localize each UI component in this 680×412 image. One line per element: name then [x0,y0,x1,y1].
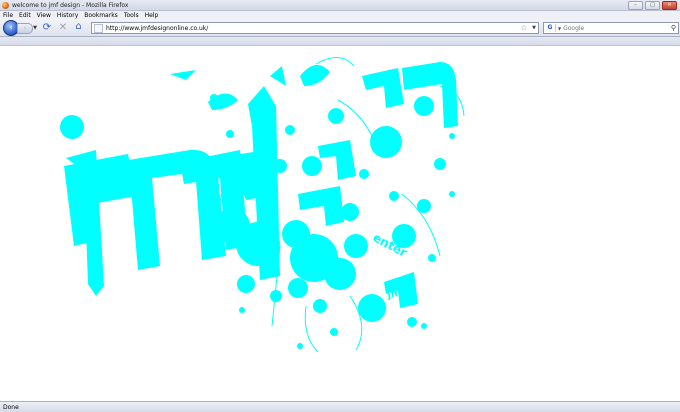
search-bar[interactable]: G ▼ ⚲ [543,22,679,34]
forward-button[interactable]: › [17,23,33,34]
url-dropdown-icon[interactable]: ▼ [532,23,536,33]
status-bar: Done [0,401,680,412]
close-button[interactable]: ✕ [662,1,677,10]
menu-bookmarks[interactable]: Bookmarks [84,12,118,19]
splash-artwork: enter jmf [60,57,465,353]
search-input[interactable] [563,24,664,32]
bookmarks-toolbar [0,37,680,46]
menu-history[interactable]: History [57,12,78,19]
back-arrow-icon: ‹ [9,23,13,33]
history-dropdown-button[interactable]: ▼ [32,24,38,31]
star-icon[interactable]: ☆ [521,23,527,33]
reload-button[interactable]: ⟳ [42,21,52,33]
menu-view[interactable]: View [37,12,51,19]
menu-edit[interactable]: Edit [19,12,31,19]
url-bar[interactable]: ☆ ▼ [91,22,539,34]
window-titlebar: welcome to jmf design - Mozilla Firefox … [0,0,680,11]
google-engine-icon[interactable]: G [545,24,556,32]
status-text: Done [3,403,19,411]
page-icon [94,23,103,33]
menu-bar: File Edit View History Bookmarks Tools H… [0,11,680,19]
page-content: enter jmf [0,46,680,400]
url-input[interactable] [106,24,506,32]
minimize-button[interactable]: – [628,1,643,10]
stop-button[interactable]: ✕ [58,21,68,33]
home-icon: ⌂ [75,21,82,32]
chevron-down-icon: ▼ [33,24,37,31]
home-button[interactable]: ⌂ [73,21,84,32]
engine-dropdown-icon[interactable]: ▼ [558,26,561,31]
window-controls: – □ ✕ [628,1,677,10]
firefox-icon [2,1,9,9]
menu-help[interactable]: Help [145,12,159,19]
navigation-toolbar: ‹ › ▼ ⟳ ✕ ⌂ ☆ ▼ G ▼ ⚲ [0,19,680,37]
stop-icon: ✕ [58,21,68,33]
menu-file[interactable]: File [3,12,13,19]
magnifier-icon[interactable]: ⚲ [671,23,676,33]
forward-arrow-icon: › [23,25,27,32]
window-title: welcome to jmf design - Mozilla Firefox [12,1,129,9]
menu-tools[interactable]: Tools [124,12,139,19]
reload-icon: ⟳ [42,21,52,33]
maximize-button[interactable]: □ [645,1,660,10]
